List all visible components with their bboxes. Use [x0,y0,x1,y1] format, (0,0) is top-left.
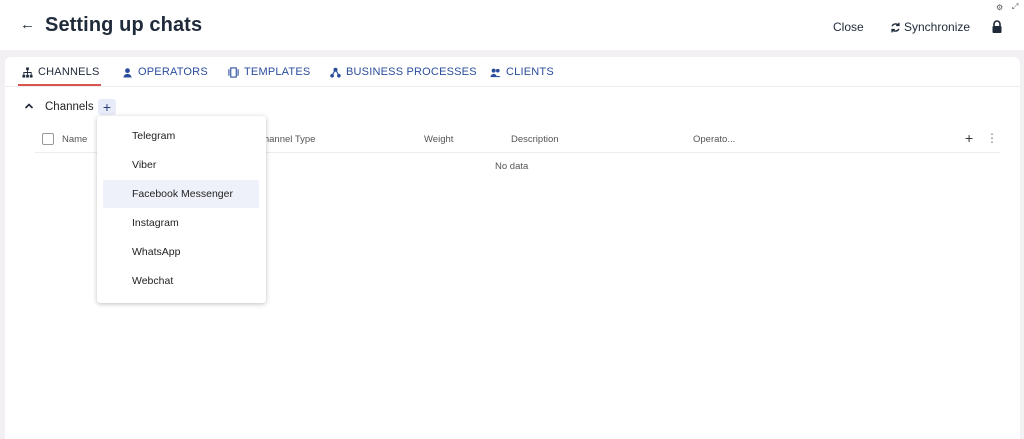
sync-icon [891,22,900,32]
menu-item-whatsapp[interactable]: WhatsApp [103,238,259,266]
column-weight[interactable]: Weight [424,134,453,145]
more-options-icon[interactable]: ⋮ [986,131,998,145]
tab-clients[interactable]: CLIENTS [490,66,554,78]
select-all-checkbox[interactable] [42,133,54,145]
back-arrow-icon[interactable]: ← [20,17,36,33]
expand-icon[interactable]: ⤢ [1012,2,1018,12]
menu-item-webchat[interactable]: Webchat [103,267,259,295]
template-icon [228,66,239,78]
tab-business-processes[interactable]: BUSINESS PROCESSES [330,66,477,78]
sitemap-icon [22,66,33,78]
tab-label: CHANNELS [38,66,100,78]
active-tab-indicator [18,84,101,86]
process-icon [330,67,341,78]
top-bar: ← Setting up chats Close Synchronize ⚙ ⤢ [0,0,1024,50]
tab-channels[interactable]: CHANNELS [22,66,100,78]
tab-label: CLIENTS [506,66,554,78]
add-column-button[interactable]: + [965,130,973,146]
channel-type-dropdown: Telegram Viber Facebook Messenger Instag… [97,116,266,303]
column-description[interactable]: Description [511,134,559,145]
menu-item-telegram[interactable]: Telegram [103,122,259,150]
tab-label: BUSINESS PROCESSES [346,66,477,78]
tab-operators[interactable]: OPERATORS [122,66,208,78]
menu-item-instagram[interactable]: Instagram [103,209,259,237]
synchronize-label: Synchronize [904,20,971,34]
close-button[interactable]: Close [833,20,864,34]
column-name[interactable]: Name [62,134,87,145]
tab-label: TEMPLATES [244,66,311,78]
tab-label: OPERATORS [138,66,208,78]
column-operators[interactable]: Operato... [693,134,735,145]
menu-item-viber[interactable]: Viber [103,151,259,179]
gear-icon[interactable]: ⚙ [996,3,1003,12]
empty-state-text: No data [495,161,529,172]
users-icon [490,68,501,77]
add-channel-button[interactable]: + [98,99,116,115]
user-icon [123,67,132,78]
section-title: Channels [45,101,94,113]
synchronize-button[interactable]: Synchronize [890,20,970,34]
page-title: Setting up chats [45,14,203,36]
chevron-up-icon[interactable] [23,100,35,112]
lock-icon[interactable] [991,20,1003,34]
tab-templates[interactable]: TEMPLATES [228,66,310,78]
tab-bar: CHANNELS OPERATORS TEMPLATES BUSINESS PR… [5,57,1020,87]
menu-item-facebook-messenger[interactable]: Facebook Messenger [103,180,259,208]
